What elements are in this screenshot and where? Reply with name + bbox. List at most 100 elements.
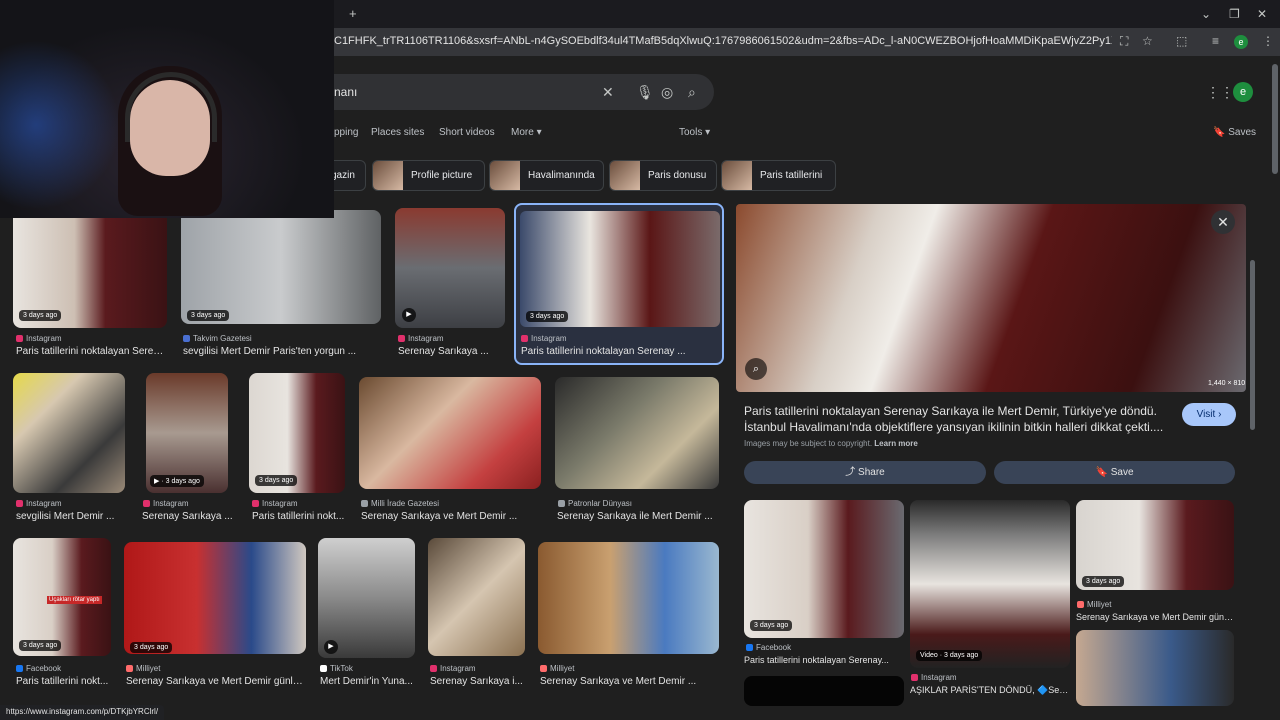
translate-icon[interactable]: ⛶ — [1120, 34, 1128, 49]
result-caption[interactable]: Paris tatillerini noktalayan Serenay ... — [521, 346, 717, 357]
result-caption[interactable]: Serenay Sarıkaya i... — [430, 676, 527, 687]
share-button[interactable]: ⤴ Share — [744, 461, 986, 484]
result-caption[interactable]: Serenay Sarıkaya ve Mert Demir günle... — [126, 676, 306, 687]
tab-places-sites[interactable]: Places sites — [371, 127, 424, 138]
result-image[interactable]: 3 days ago — [249, 373, 345, 493]
result-image[interactable] — [428, 538, 525, 656]
result-caption[interactable]: Serenay Sarıkaya ve Mert Demir ... — [540, 676, 720, 687]
media-icon[interactable]: ≡ — [1212, 34, 1219, 48]
star-icon[interactable]: ☆ — [1142, 34, 1153, 48]
extension-icon[interactable]: ⬚ — [1176, 34, 1187, 48]
result-image[interactable]: ▶ — [395, 208, 505, 328]
result-caption[interactable]: Paris tatillerini noktalayan Seren... — [16, 346, 166, 357]
result-image[interactable]: 3 days ago — [124, 542, 306, 654]
result-source[interactable]: Instagram — [430, 664, 476, 673]
result-caption[interactable]: Paris tatillerini nokt... — [252, 511, 346, 522]
chip-label: Havalimanında — [528, 170, 595, 181]
result-caption[interactable]: Serenay Sarıkaya ve Mert Demir ... — [361, 511, 543, 522]
close-icon[interactable]: ✕ — [1211, 210, 1235, 234]
result-source[interactable]: Patronlar Dünyası — [558, 499, 632, 508]
result-caption[interactable]: Paris tatillerini nokt... — [16, 676, 116, 687]
result-caption[interactable]: Serenay Sarıkaya ... — [398, 346, 508, 357]
result-caption[interactable]: Serenay Sarıkaya ... — [142, 511, 234, 522]
chip-paris-donusu[interactable]: Paris donusu — [609, 160, 717, 191]
result-source[interactable]: Instagram — [398, 334, 444, 343]
result-source[interactable]: Takvim Gazetesi — [183, 334, 252, 343]
result-image[interactable] — [555, 377, 719, 489]
chip-paris-tatillerini[interactable]: Paris tatillerini — [721, 160, 836, 191]
related-image[interactable]: 3 days ago — [1076, 500, 1234, 590]
related-caption[interactable]: AŞIKLAR PARİS'TEN DÖNDÜ, 🔷Serena... — [910, 685, 1070, 696]
lens-search-icon[interactable]: ⌕ — [745, 358, 767, 380]
new-tab-button[interactable]: + — [349, 6, 357, 21]
tools-button[interactable]: Tools ▾ — [679, 127, 710, 138]
result-source[interactable]: Milli İrade Gazetesi — [361, 499, 439, 508]
result-source[interactable]: Milliyet — [126, 664, 160, 673]
page-scrollbar[interactable] — [1272, 64, 1278, 174]
image-thumbnail — [13, 373, 125, 493]
tools-label: Tools — [679, 127, 703, 138]
result-image[interactable]: ▶ — [318, 538, 415, 658]
result-source[interactable]: TikTok — [320, 664, 353, 673]
saves-label: Saves — [1228, 127, 1257, 138]
related-image[interactable]: 3 days ago — [744, 500, 904, 638]
apps-grid-icon[interactable]: ⋮⋮ — [1206, 84, 1234, 101]
result-source[interactable]: Instagram — [16, 334, 62, 343]
result-source[interactable]: Instagram — [521, 334, 567, 343]
source-name: Facebook — [756, 643, 792, 652]
restore-icon[interactable]: ❐ — [1229, 7, 1240, 21]
source-name: Instagram — [921, 673, 957, 682]
microphone-icon[interactable]: 🎙 — [636, 84, 654, 101]
save-button[interactable]: 🔖 Save — [994, 461, 1235, 484]
panel-scrollbar[interactable] — [1250, 260, 1255, 430]
result-source[interactable]: Instagram — [252, 499, 298, 508]
result-source[interactable]: Facebook — [16, 664, 61, 673]
close-window-icon[interactable]: ✕ — [1257, 7, 1267, 21]
learn-more-link[interactable]: Learn more — [874, 439, 918, 448]
time-badge: 3 days ago — [187, 310, 230, 321]
result-image[interactable] — [359, 377, 541, 489]
tab-shopping[interactable]: pping — [334, 127, 358, 138]
result-image[interactable]: 3 days ago — [181, 210, 381, 324]
visit-button[interactable]: Visit › — [1182, 403, 1236, 426]
result-caption[interactable]: Serenay Sarıkaya ile Mert Demir ... — [557, 511, 719, 522]
result-caption[interactable]: Mert Demir'in Yuna... — [320, 676, 417, 687]
saves-button[interactable]: 🔖 Saves — [1213, 127, 1256, 138]
preview-title[interactable]: Paris tatillerini noktalayan Serenay Sar… — [744, 403, 1169, 435]
related-image[interactable] — [1076, 630, 1234, 706]
chip-havalimaninda[interactable]: Havalimanında — [489, 160, 604, 191]
clear-icon[interactable]: ✕ — [602, 84, 614, 101]
result-caption[interactable]: sevgilisi Mert Demir ... — [16, 511, 126, 522]
result-caption[interactable]: sevgilisi Mert Demir Paris'ten yorgun ..… — [183, 346, 383, 357]
chevron-down-icon[interactable]: ⌄ — [1201, 7, 1211, 21]
related-image[interactable] — [744, 676, 904, 706]
related-image[interactable]: Video · 3 days ago — [910, 500, 1070, 668]
browser-profile-icon[interactable]: e — [1234, 35, 1248, 49]
result-source[interactable]: Milliyet — [540, 664, 574, 673]
result-image[interactable] — [13, 373, 125, 493]
account-avatar[interactable]: e — [1233, 82, 1253, 102]
chip-profile-picture[interactable]: Profile picture — [372, 160, 485, 191]
result-image[interactable]: ▶ · 3 days ago — [146, 373, 228, 493]
blue-light — [0, 40, 120, 210]
preview-image[interactable] — [736, 204, 1246, 392]
related-source[interactable]: Instagram — [911, 673, 957, 682]
result-image[interactable]: 3 days ago — [13, 210, 167, 328]
search-input[interactable]: nanı — [334, 85, 357, 99]
result-source[interactable]: Instagram — [16, 499, 62, 508]
source-name: Milliyet — [136, 664, 161, 673]
related-caption[interactable]: Serenay Sarıkaya ve Mert Demir günler... — [1076, 612, 1234, 622]
result-source[interactable]: Instagram — [143, 499, 189, 508]
result-image[interactable] — [538, 542, 719, 654]
tab-more[interactable]: More ▾ — [511, 127, 542, 138]
related-source[interactable]: Facebook — [746, 643, 791, 652]
menu-icon[interactable]: ⋮ — [1262, 34, 1274, 48]
related-caption[interactable]: Paris tatillerini noktalayan Serenay... — [744, 655, 904, 665]
lens-icon[interactable]: ◎ — [661, 84, 673, 101]
url-field[interactable]: C1FHFK_trTR1106TR1106&sxsrf=ANbL-n4GySOE… — [334, 35, 1112, 47]
search-icon[interactable]: ⌕ — [688, 84, 696, 101]
tab-short-videos[interactable]: Short videos — [439, 127, 495, 138]
play-icon: ▶ — [402, 308, 416, 322]
related-source[interactable]: Milliyet — [1077, 600, 1111, 609]
result-image[interactable]: Uçakları rötar yaptı 3 days ago — [13, 538, 111, 656]
